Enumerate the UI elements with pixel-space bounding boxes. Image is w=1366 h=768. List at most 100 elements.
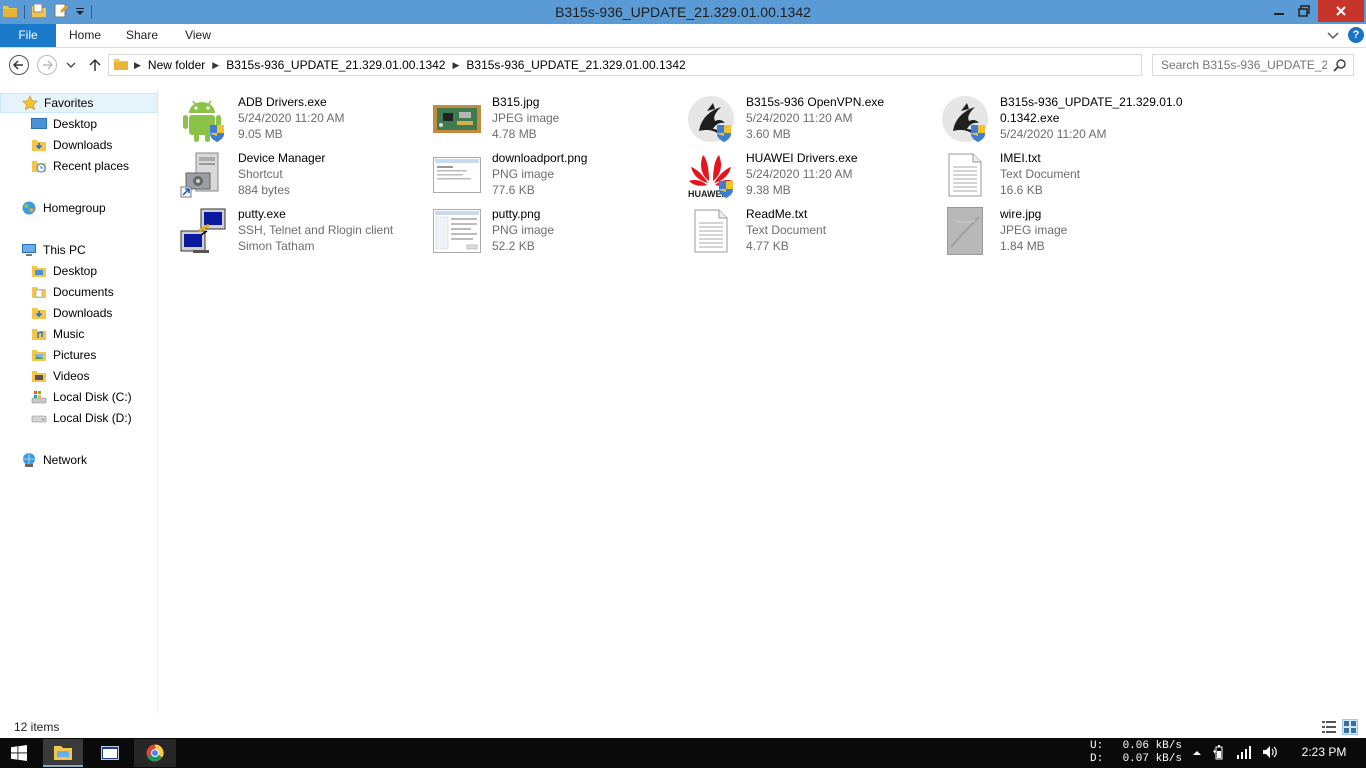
nav-favorites[interactable]: Favorites — [0, 93, 158, 113]
nav-fav-downloads[interactable]: Downloads — [0, 135, 158, 155]
nav-pc-downloads[interactable]: Downloads — [0, 303, 158, 323]
breadcrumb-new-folder[interactable]: New folder — [142, 58, 211, 72]
expand-ribbon-button[interactable] — [1326, 27, 1340, 43]
taskbar-app-window[interactable] — [90, 739, 130, 767]
details-view-button[interactable] — [1322, 720, 1336, 734]
file-item-huawei-drivers[interactable]: HUAWEI HUAWEI Drivers.exe 5/24/2020 11:2… — [682, 148, 932, 202]
nav-pc-music[interactable]: Music — [0, 324, 158, 344]
new-folder-icon[interactable] — [53, 3, 69, 22]
file-item-downloadport-png[interactable]: downloadport.png PNG image 77.6 KB — [428, 148, 678, 202]
file-meta: SSH, Telnet and Rlogin client — [238, 223, 394, 237]
desktop-icon — [30, 116, 48, 132]
signal-strength-icon[interactable] — [1236, 745, 1252, 762]
customize-toolbar-icon[interactable] — [75, 5, 85, 19]
file-meta: 4.77 KB — [746, 239, 789, 253]
restore-icon — [1298, 5, 1310, 17]
file-meta: 5/24/2020 11:20 AM — [746, 111, 853, 125]
breadcrumb-separator[interactable]: ▶ — [211, 60, 220, 71]
nav-pc-documents[interactable]: Documents — [0, 282, 158, 302]
search-input[interactable] — [1153, 55, 1329, 75]
nav-pc-videos[interactable]: Videos — [0, 366, 158, 386]
show-hidden-icons-button[interactable] — [1192, 746, 1202, 760]
forward-button[interactable] — [36, 54, 58, 76]
up-button[interactable] — [84, 54, 106, 76]
back-button[interactable] — [8, 54, 30, 76]
breadcrumb-separator[interactable]: ▶ — [451, 60, 460, 71]
file-item-adb-drivers[interactable]: ADB Drivers.exe 5/24/2020 11:20 AM 9.05 … — [174, 92, 424, 146]
file-item-wire-jpg[interactable]: wire.jpg JPEG image 1.84 MB — [936, 204, 1186, 258]
file-item-update-exe[interactable]: B315s-936_UPDATE_21.329.01.00.1342.exe 5… — [936, 92, 1186, 146]
nav-label: Homegroup — [43, 201, 106, 215]
up-arrow-icon — [89, 58, 101, 71]
star-icon — [21, 95, 39, 111]
breadcrumb-current-folder[interactable]: B315s-936_UPDATE_21.329.01.00.1342 — [460, 58, 691, 72]
file-item-imei-txt[interactable]: IMEI.txt Text Document 16.6 KB — [936, 148, 1186, 202]
battery-icon[interactable] — [1212, 744, 1226, 763]
circuit-board-thumbnail-icon — [432, 95, 482, 143]
start-button[interactable] — [4, 739, 34, 767]
taskbar-file-explorer[interactable] — [43, 739, 83, 767]
file-item-device-manager[interactable]: Device Manager Shortcut 884 bytes — [174, 148, 424, 202]
svg-text:HUAWEI: HUAWEI — [688, 189, 724, 199]
tab-view[interactable]: View — [172, 24, 224, 47]
tab-share[interactable]: Share — [116, 24, 168, 47]
tab-home[interactable]: Home — [58, 24, 112, 47]
file-meta: Text Document — [746, 223, 827, 237]
nav-fav-recent-places[interactable]: Recent places — [0, 156, 158, 176]
search-icon[interactable] — [1333, 58, 1347, 75]
restore-button[interactable] — [1290, 0, 1318, 22]
forward-arrow-icon — [37, 55, 57, 75]
nav-label: Desktop — [53, 117, 98, 131]
help-button[interactable]: ? — [1348, 27, 1364, 43]
address-bar[interactable]: ▶ New folder ▶ B315s-936_UPDATE_21.329.0… — [108, 54, 1237, 76]
breadcrumb-update-folder[interactable]: B315s-936_UPDATE_21.329.01.00.1342 — [220, 58, 451, 72]
nav-fav-desktop[interactable]: Desktop — [0, 114, 158, 134]
tab-file[interactable]: File — [0, 24, 56, 47]
gray-image-thumbnail-icon — [940, 207, 990, 255]
file-meta: 16.6 KB — [1000, 183, 1043, 197]
dragon-installer-icon — [940, 95, 990, 143]
nav-label: This PC — [43, 243, 86, 257]
ribbon: File Home Share View ? — [0, 24, 1366, 48]
pictures-folder-icon — [30, 347, 48, 363]
navigation-pane: Favorites Desktop Downloads Recent place… — [0, 90, 158, 714]
help-icon: ? — [1352, 29, 1360, 41]
file-item-b315-jpg[interactable]: B315.jpg JPEG image 4.78 MB — [428, 92, 678, 146]
volume-icon[interactable] — [1262, 745, 1278, 762]
recent-locations-button[interactable] — [62, 54, 80, 76]
file-meta: Shortcut — [238, 167, 283, 181]
properties-icon[interactable] — [31, 3, 47, 22]
file-name: ADB Drivers.exe — [238, 95, 327, 109]
dragon-installer-icon — [686, 95, 736, 143]
network-icon — [20, 452, 38, 468]
search-box[interactable] — [1152, 54, 1354, 76]
taskbar-chrome[interactable] — [134, 739, 176, 767]
large-icons-view-button[interactable] — [1342, 719, 1358, 735]
nav-pc-pictures[interactable]: Pictures — [0, 345, 158, 365]
downloads-folder-icon — [30, 305, 48, 321]
taskbar-clock[interactable]: 2:23 PM — [1294, 745, 1354, 759]
nav-homegroup[interactable]: Homegroup — [0, 198, 158, 218]
chrome-icon — [146, 744, 164, 762]
nav-pc-local-disk-c[interactable]: Local Disk (C:) — [0, 387, 158, 407]
nav-pc-desktop[interactable]: Desktop — [0, 261, 158, 281]
nav-label: Downloads — [53, 306, 113, 320]
file-item-putty-png[interactable]: putty.png PNG image 52.2 KB — [428, 204, 678, 258]
download-label: D: — [1090, 753, 1104, 765]
nav-label: Downloads — [53, 138, 113, 152]
file-name: putty.png — [492, 207, 541, 221]
window-icon — [101, 746, 119, 760]
nav-this-pc[interactable]: This PC — [0, 240, 158, 260]
title-bar[interactable]: B315s-936_UPDATE_21.329.01.00.1342 — [0, 0, 1366, 24]
file-meta: 4.78 MB — [492, 127, 537, 141]
nav-network[interactable]: Network — [0, 450, 158, 470]
close-button[interactable] — [1318, 0, 1364, 22]
file-name: B315s-936_UPDATE_21.329.01.00.1342.exe — [1000, 95, 1183, 125]
nav-pc-local-disk-d[interactable]: Local Disk (D:) — [0, 408, 158, 428]
taskbar: U: 0.06 kB/s D: 0.07 kB/s 2:23 PM — [0, 738, 1366, 768]
breadcrumb-separator[interactable]: ▶ — [133, 60, 142, 71]
file-item-readme-txt[interactable]: ReadMe.txt Text Document 4.77 KB — [682, 204, 932, 258]
file-item-openvpn-exe[interactable]: B315s-936 OpenVPN.exe 5/24/2020 11:20 AM… — [682, 92, 932, 146]
file-item-putty-exe[interactable]: putty.exe SSH, Telnet and Rlogin client … — [174, 204, 424, 258]
folder-icon — [30, 263, 48, 279]
